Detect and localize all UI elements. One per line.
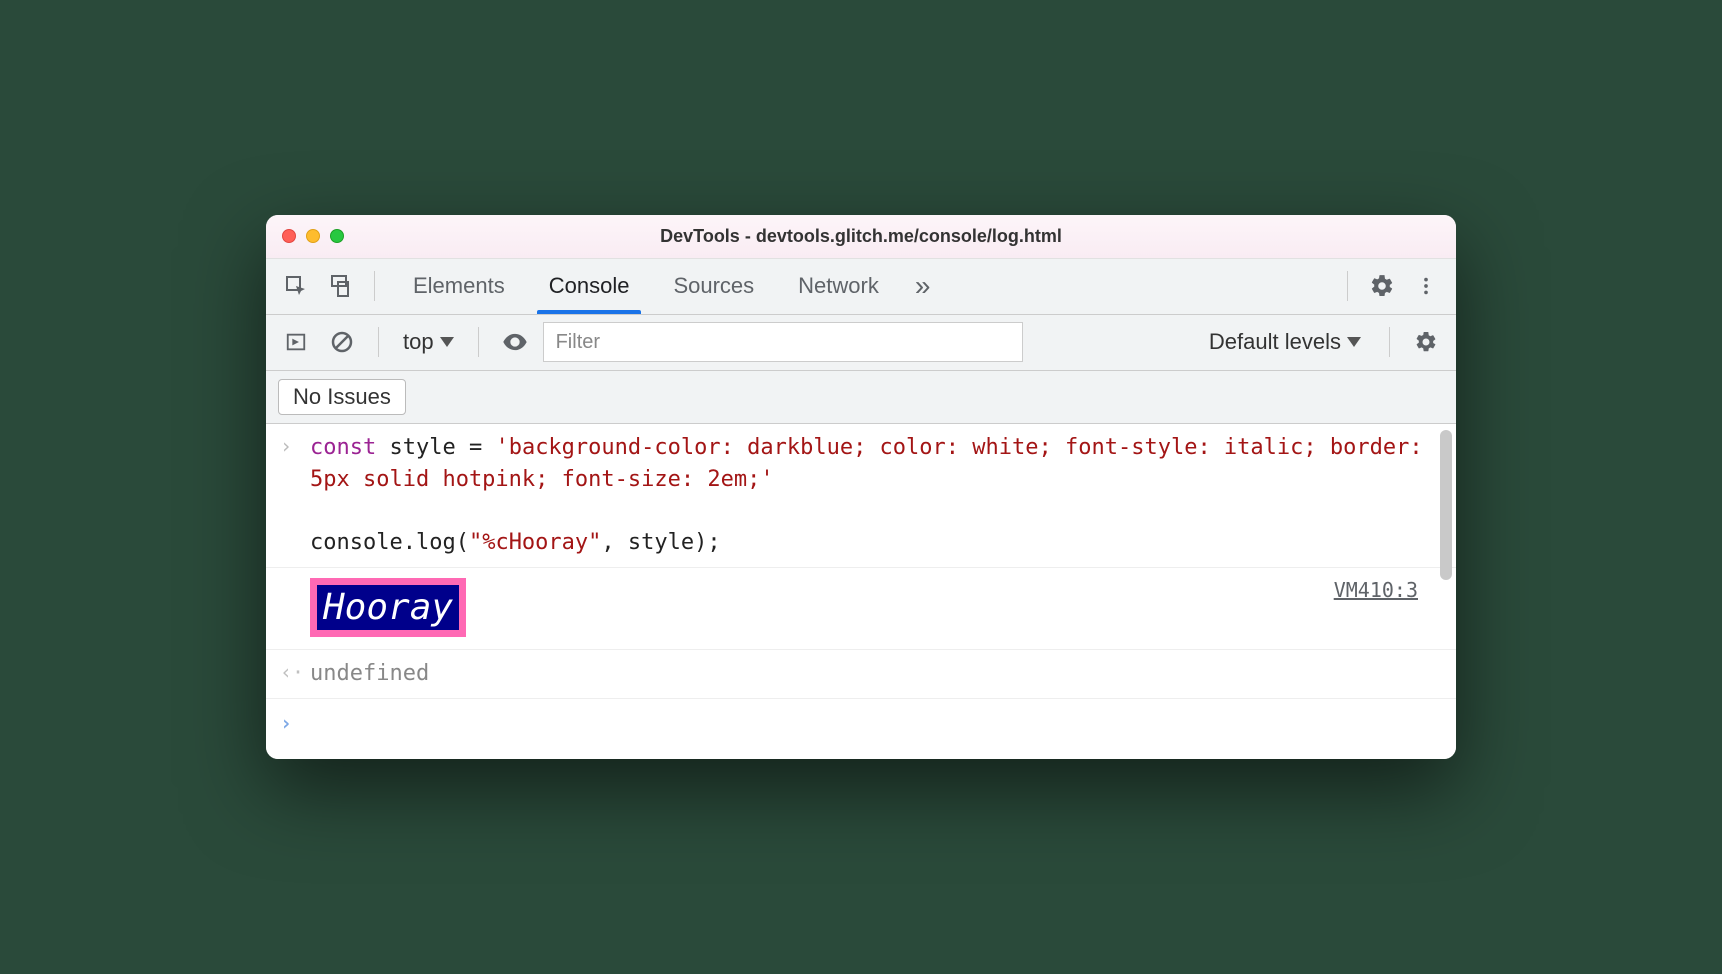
styled-log-output: Hooray [310,578,466,637]
code-string: "%cHooray" [469,530,601,555]
panel-tabs: Elements Console Sources Network » [391,259,944,314]
tab-sources[interactable]: Sources [651,259,776,314]
levels-label: Default levels [1209,329,1341,355]
divider [478,327,479,357]
source-link[interactable]: VM410:3 [1334,578,1418,602]
issues-badge[interactable]: No Issues [278,379,406,415]
window-title: DevTools - devtools.glitch.me/console/lo… [266,226,1456,247]
clear-console-icon[interactable] [324,324,360,360]
console-output: › const style = 'background-color: darkb… [266,424,1456,759]
live-expression-icon[interactable] [497,324,533,360]
issues-bar: No Issues [266,371,1456,424]
settings-icon[interactable] [1364,268,1400,304]
divider [1347,271,1348,301]
minimize-icon[interactable] [306,229,320,243]
console-toolbar: top Default levels [266,315,1456,371]
input-chevron-icon: › [280,432,300,458]
scrollbar[interactable] [1440,430,1452,580]
filter-input[interactable] [543,322,1023,362]
divider [1389,327,1390,357]
close-icon[interactable] [282,229,296,243]
code-text: console.log( [310,530,469,555]
chevron-down-icon [440,337,454,347]
titlebar: DevTools - devtools.glitch.me/console/lo… [266,215,1456,259]
context-label: top [403,329,434,355]
tab-elements[interactable]: Elements [391,259,527,314]
console-sidebar-toggle-icon[interactable] [278,324,314,360]
devtools-window: DevTools - devtools.glitch.me/console/lo… [266,215,1456,759]
return-chevron-icon: ‹· [280,658,300,684]
console-code: const style = 'background-color: darkblu… [310,432,1432,560]
device-toolbar-icon[interactable] [322,268,358,304]
console-prompt-row[interactable]: › [266,699,1456,759]
context-selector[interactable]: top [397,325,460,359]
main-toolbar: Elements Console Sources Network » [266,259,1456,315]
divider [378,327,379,357]
kebab-menu-icon[interactable] [1408,268,1444,304]
code-text: style = [376,435,495,460]
log-levels-selector[interactable]: Default levels [1199,329,1371,355]
prompt-chevron-icon: › [280,709,300,735]
maximize-icon[interactable] [330,229,344,243]
console-input-row[interactable]: › const style = 'background-color: darkb… [266,424,1456,569]
traffic-lights [282,229,344,243]
chevron-down-icon [1347,337,1361,347]
console-settings-icon[interactable] [1408,324,1444,360]
return-value: undefined [310,658,1432,690]
divider [374,271,375,301]
tab-console[interactable]: Console [527,259,652,314]
inspect-element-icon[interactable] [278,268,314,304]
console-prompt-input[interactable] [310,709,1442,735]
console-return-row: ‹· undefined [266,650,1456,699]
tab-network[interactable]: Network [776,259,901,314]
code-text: , style); [601,530,720,555]
code-keyword: const [310,435,376,460]
more-tabs-icon[interactable]: » [901,259,945,314]
console-log-row: Hooray VM410:3 [266,568,1456,650]
